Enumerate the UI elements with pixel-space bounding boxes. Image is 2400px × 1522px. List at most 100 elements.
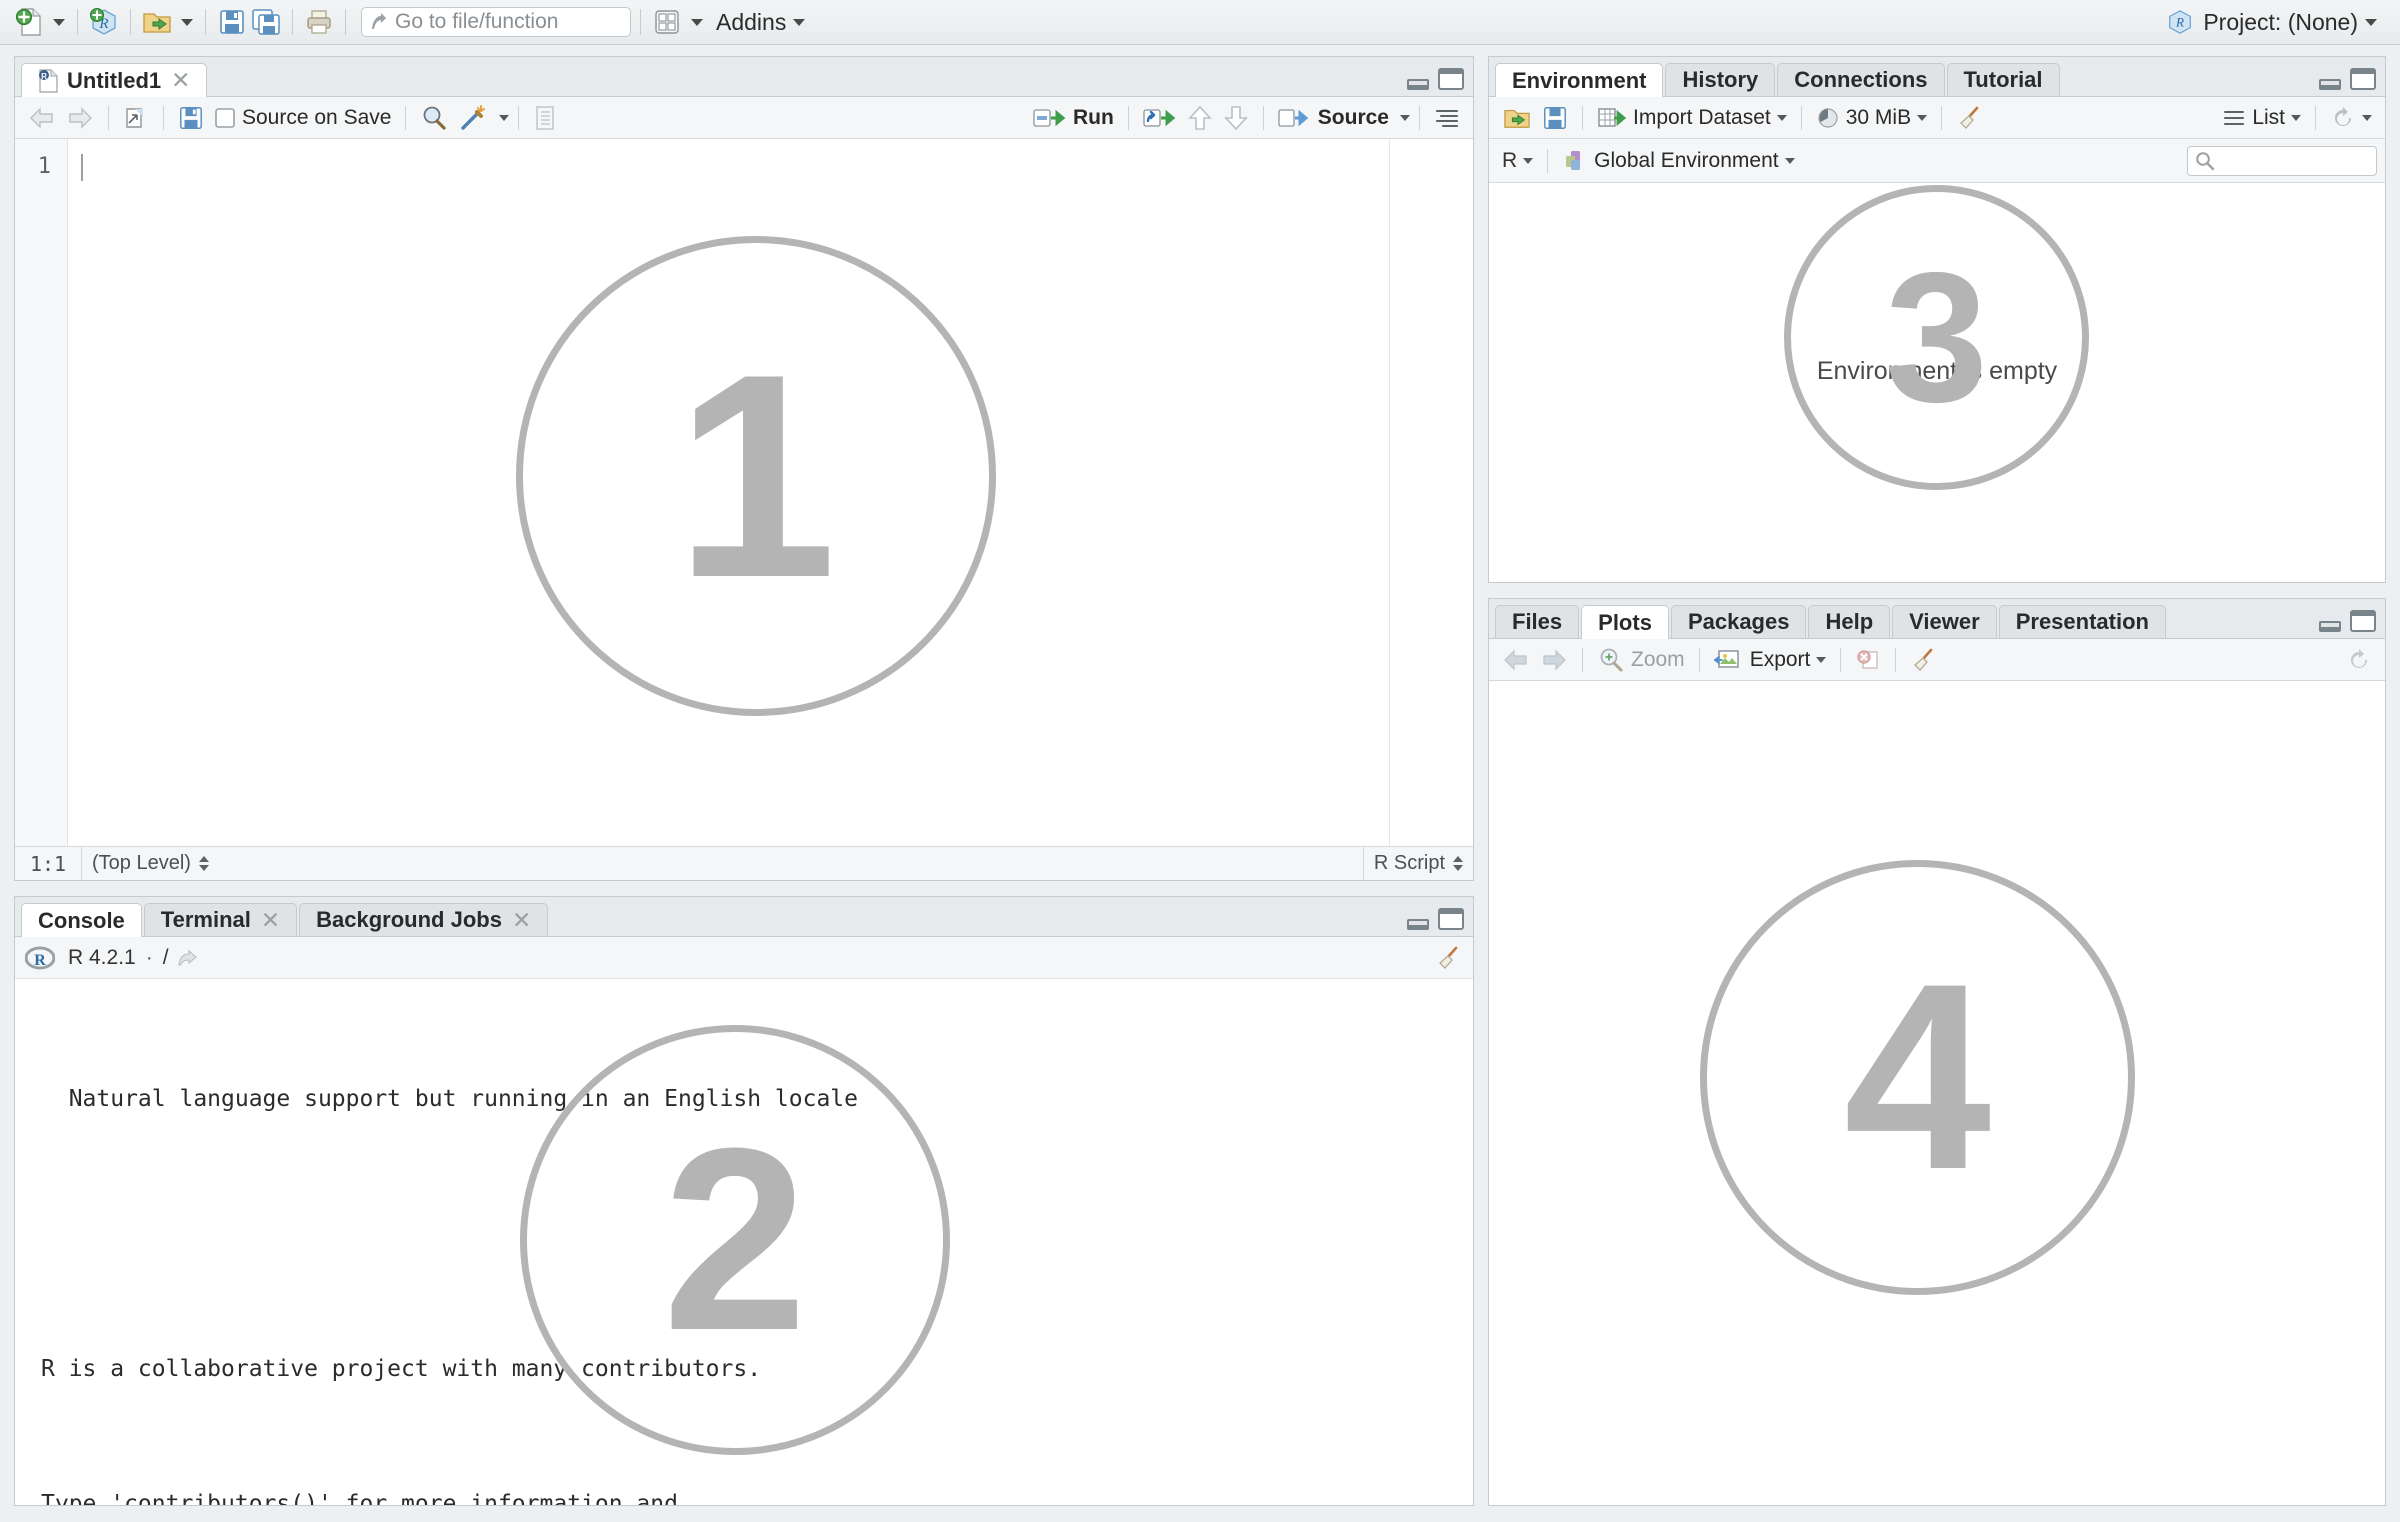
tab-terminal[interactable]: Terminal ✕ — [143, 903, 298, 936]
tab-packages[interactable]: Packages — [1670, 605, 1807, 638]
open-directory-icon[interactable] — [177, 948, 199, 968]
refresh-dropdown-caret[interactable] — [2362, 114, 2372, 121]
source-button[interactable]: Source — [1273, 101, 1394, 135]
scope-selector[interactable]: (Top Level) — [81, 847, 219, 880]
export-plot-button[interactable]: Export — [1709, 643, 1832, 677]
tab-tutorial[interactable]: Tutorial — [1946, 63, 2060, 96]
refresh-environment-button[interactable] — [2325, 101, 2377, 135]
tab-connections[interactable]: Connections — [1777, 63, 1945, 96]
addins-dropdown-caret[interactable] — [793, 18, 806, 26]
scope-updown-icon[interactable] — [198, 856, 209, 871]
panes-dropdown-caret[interactable] — [691, 18, 703, 26]
minimize-pane-icon[interactable] — [1407, 79, 1429, 90]
memory-dropdown-caret[interactable] — [1917, 114, 1928, 121]
save-all-button[interactable] — [249, 3, 283, 41]
minimize-pane-icon[interactable] — [1407, 919, 1429, 930]
refresh-plot-button[interactable] — [2341, 643, 2377, 677]
new-file-dropdown-caret[interactable] — [53, 18, 65, 26]
new-project-button[interactable]: R — [87, 3, 121, 41]
language-selector[interactable]: R — [1497, 144, 1538, 178]
next-chunk-button[interactable] — [1218, 101, 1254, 135]
files-plots-pane: Files Plots Packages Help Viewer Present… — [1488, 598, 2386, 1506]
clear-objects-button[interactable] — [1951, 101, 1989, 135]
import-dataset-dropdown-caret[interactable] — [1776, 114, 1787, 121]
export-label: Export — [1749, 647, 1811, 671]
tab-help[interactable]: Help — [1808, 605, 1891, 638]
checkbox-icon[interactable] — [214, 107, 236, 129]
environment-pane-controls — [2319, 68, 2376, 90]
import-dataset-button[interactable]: Import Dataset — [1592, 101, 1792, 135]
environment-search-input[interactable] — [2187, 145, 2377, 176]
console-tabbar: Console Terminal ✕ Background Jobs ✕ — [15, 897, 1473, 937]
clear-plots-button[interactable] — [1905, 643, 1943, 677]
previous-plot-button[interactable] — [1497, 643, 1535, 677]
document-outline-button[interactable] — [1429, 101, 1465, 135]
find-replace-button[interactable] — [415, 101, 453, 135]
maximize-pane-icon[interactable] — [2350, 68, 2376, 90]
save-document-button[interactable] — [173, 101, 209, 135]
global-toolbar: R Go to file/function Addins R Project: … — [0, 0, 2400, 45]
file-type-selector[interactable]: R Script — [1362, 847, 1473, 880]
addins-label[interactable]: Addins — [716, 9, 786, 36]
environment-selector[interactable]: Global Environment — [1557, 144, 1799, 178]
tab-presentation[interactable]: Presentation — [1998, 605, 2166, 638]
tab-label: Environment — [1512, 67, 1647, 93]
view-mode-button[interactable]: List — [2217, 101, 2306, 135]
source-label: Source — [1317, 105, 1389, 129]
language-dropdown-caret[interactable] — [1523, 157, 1534, 164]
file-type-updown-icon[interactable] — [1453, 856, 1463, 871]
rerun-previous-button[interactable] — [1138, 101, 1182, 135]
new-file-button[interactable] — [12, 3, 46, 41]
back-button[interactable] — [23, 101, 61, 135]
console-output[interactable]: Natural language support but running in … — [15, 979, 1473, 1505]
source-dropdown-caret[interactable] — [1400, 114, 1410, 121]
memory-usage-button[interactable]: 30 MiB — [1811, 101, 1932, 135]
forward-button[interactable] — [61, 101, 99, 135]
tab-label: History — [1682, 67, 1759, 92]
clear-console-broom-icon[interactable] — [1435, 945, 1463, 971]
next-plot-button[interactable] — [1535, 643, 1573, 677]
open-file-dropdown-caret[interactable] — [181, 18, 193, 26]
tab-background-jobs[interactable]: Background Jobs ✕ — [299, 903, 549, 936]
load-workspace-button[interactable] — [1497, 101, 1537, 135]
save-workspace-button[interactable] — [1537, 101, 1573, 135]
tab-viewer[interactable]: Viewer — [1892, 605, 1997, 638]
previous-chunk-button[interactable] — [1182, 101, 1218, 135]
code-tools-button[interactable] — [453, 101, 493, 135]
code-editor-area[interactable]: 1 — [15, 139, 1473, 846]
maximize-pane-icon[interactable] — [1438, 908, 1464, 930]
workspace-panes-button[interactable] — [650, 3, 684, 41]
tab-console[interactable]: Console — [21, 903, 142, 937]
remove-plot-button[interactable] — [1850, 643, 1886, 677]
tab-label: Presentation — [2015, 609, 2149, 634]
zoom-plot-button[interactable]: Zoom — [1592, 643, 1690, 677]
project-selector[interactable]: R Project: (None) — [2166, 8, 2388, 36]
print-button[interactable] — [302, 3, 336, 41]
tab-files[interactable]: Files — [1495, 605, 1580, 638]
project-dropdown-caret[interactable] — [2365, 18, 2377, 26]
maximize-pane-icon[interactable] — [1438, 68, 1464, 90]
open-file-button[interactable] — [140, 3, 174, 41]
maximize-pane-icon[interactable] — [2350, 610, 2376, 632]
source-on-save-checkbox[interactable]: Source on Save — [209, 101, 396, 135]
goto-file-function-input[interactable]: Go to file/function — [361, 7, 631, 37]
minimize-pane-icon[interactable] — [2319, 79, 2341, 90]
view-mode-dropdown-caret[interactable] — [2291, 114, 2301, 121]
tab-plots[interactable]: Plots — [1581, 605, 1669, 639]
tab-history[interactable]: History — [1665, 63, 1776, 96]
tab-close-icon[interactable]: ✕ — [261, 907, 280, 934]
tab-environment[interactable]: Environment — [1495, 63, 1664, 97]
code-tools-dropdown-caret[interactable] — [499, 114, 510, 121]
tab-untitled1[interactable]: R Untitled1 ✕ — [21, 63, 208, 97]
export-dropdown-caret[interactable] — [1816, 656, 1827, 663]
environment-dropdown-caret[interactable] — [1784, 157, 1795, 164]
toolbar-divider — [1547, 148, 1549, 173]
compile-report-button[interactable] — [528, 101, 562, 135]
save-button[interactable] — [215, 3, 249, 41]
tab-close-icon[interactable]: ✕ — [171, 67, 190, 94]
tab-close-icon[interactable]: ✕ — [512, 907, 531, 934]
show-in-new-window-button[interactable] — [118, 101, 154, 135]
run-button[interactable]: Run — [1028, 101, 1119, 135]
minimize-pane-icon[interactable] — [2319, 621, 2341, 632]
